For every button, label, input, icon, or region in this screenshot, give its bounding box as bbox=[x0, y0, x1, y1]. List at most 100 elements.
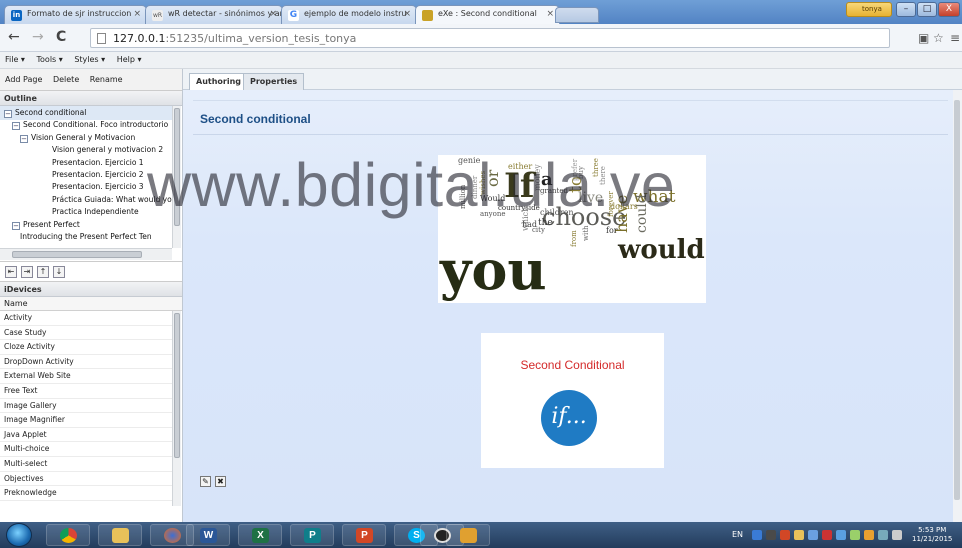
idevice-item[interactable]: Case Study bbox=[0, 326, 172, 341]
new-tab-button[interactable] bbox=[555, 7, 599, 23]
minimize-button[interactable]: – bbox=[896, 2, 916, 17]
rename-page-button[interactable]: Rename bbox=[90, 75, 123, 84]
back-arrow-icon[interactable]: ← bbox=[8, 29, 20, 45]
outline-scroll-thumb[interactable] bbox=[174, 108, 180, 226]
tab-properties[interactable]: Properties bbox=[243, 73, 305, 90]
if-logo: if... bbox=[541, 390, 597, 446]
main-scrollbar[interactable] bbox=[953, 90, 962, 522]
bookmark-star-icon[interactable]: ☆ bbox=[933, 31, 944, 45]
browser-tab-google[interactable]: G ejemplo de modelo instru × bbox=[281, 5, 417, 24]
word-cloud-word: million bbox=[459, 184, 467, 209]
explorer-taskbar-button[interactable] bbox=[98, 524, 142, 546]
collapse-toggle-icon[interactable]: − bbox=[12, 221, 20, 230]
move-down-arrow-icon[interactable]: ↓ bbox=[53, 266, 65, 278]
idevice-item[interactable]: External Web Site bbox=[0, 369, 172, 384]
demote-arrow-icon[interactable]: ⇥ bbox=[21, 266, 33, 278]
start-button[interactable] bbox=[6, 523, 32, 547]
tray-icon[interactable] bbox=[752, 530, 762, 540]
outline-item-label: Presentacion. Ejercicio 2 bbox=[52, 170, 144, 179]
tab-label: wR detectar - sinónimos y an bbox=[168, 9, 283, 18]
tray-icon[interactable] bbox=[808, 530, 818, 540]
powerpoint-taskbar-button[interactable]: P bbox=[342, 524, 386, 546]
idevice-item[interactable]: Multi-choice bbox=[0, 442, 172, 457]
word-cloud-word: forever bbox=[607, 191, 615, 217]
volume-icon[interactable] bbox=[892, 530, 902, 540]
idevice-item[interactable]: DropDown Activity bbox=[0, 355, 172, 370]
idevices-scroll-thumb[interactable] bbox=[174, 313, 180, 458]
exe-taskbar-button[interactable] bbox=[446, 524, 490, 546]
close-icon[interactable]: × bbox=[546, 9, 554, 19]
tray-icon[interactable] bbox=[780, 530, 790, 540]
forward-arrow-icon[interactable]: → bbox=[32, 29, 44, 45]
menu-icon[interactable]: ≡ bbox=[950, 31, 960, 45]
menu-help[interactable]: Help ▾ bbox=[117, 55, 142, 64]
word-cloud-word: for bbox=[606, 226, 618, 235]
menu-tools[interactable]: Tools ▾ bbox=[37, 55, 63, 64]
idevices-scrollbar[interactable] bbox=[172, 311, 181, 506]
word-cloud-word: the bbox=[538, 218, 553, 228]
browser-tab-linkedin[interactable]: in Formato de sjr instruccion × bbox=[4, 5, 147, 24]
clock-date: 11/21/2015 bbox=[912, 535, 953, 543]
idevice-item[interactable]: Image Gallery bbox=[0, 399, 172, 414]
tray-icon[interactable] bbox=[822, 530, 832, 540]
chrome-taskbar-button[interactable] bbox=[46, 524, 90, 546]
user-badge[interactable]: tonya bbox=[846, 2, 892, 17]
collapse-toggle-icon[interactable]: − bbox=[4, 110, 12, 118]
collapse-toggle-icon[interactable]: − bbox=[20, 134, 28, 143]
excel-taskbar-button[interactable]: X bbox=[238, 524, 282, 546]
tray-icon[interactable] bbox=[864, 530, 874, 540]
language-indicator[interactable]: EN bbox=[732, 530, 743, 539]
close-icon[interactable]: × bbox=[403, 9, 411, 19]
main-scroll-thumb[interactable] bbox=[954, 100, 960, 500]
idevice-item[interactable]: Cloze Activity bbox=[0, 340, 172, 355]
authoring-area: Second conditional you would If choose a… bbox=[183, 90, 953, 522]
browser-tab-exe[interactable]: eXe : Second conditional × bbox=[415, 5, 560, 24]
maximize-button[interactable]: □ bbox=[917, 2, 937, 17]
idevice-item[interactable]: Activity bbox=[0, 311, 172, 326]
outline-item-label: Presentacion. Ejercicio 1 bbox=[52, 157, 144, 167]
word-cloud-word: live bbox=[578, 190, 604, 206]
idevice-item[interactable]: Objectives bbox=[0, 472, 172, 487]
promote-arrow-icon[interactable]: ⇤ bbox=[5, 266, 17, 278]
google-icon: G bbox=[288, 10, 299, 21]
menu-styles[interactable]: Styles ▾ bbox=[74, 55, 105, 64]
word-taskbar-button[interactable]: W bbox=[186, 524, 230, 546]
tray-icon[interactable] bbox=[766, 530, 776, 540]
outline-horizontal-scrollbar[interactable] bbox=[0, 248, 172, 260]
browser-tab-wordreference[interactable]: wR wR detectar - sinónimos y an × bbox=[145, 5, 283, 24]
outline-scrollbar[interactable] bbox=[172, 106, 181, 248]
outline-item-label: Presentacion. Ejercicio 3 bbox=[52, 182, 144, 192]
idevice-item[interactable]: Image Magnifier bbox=[0, 413, 172, 428]
word-cloud-word: could bbox=[634, 194, 650, 233]
address-bar[interactable]: 127.0.0.1:51235/ultima_version_tesis_ton… bbox=[90, 28, 890, 48]
system-clock[interactable]: 5:53 PM 11/21/2015 bbox=[912, 526, 952, 544]
menu-file[interactable]: File ▾ bbox=[5, 55, 25, 64]
add-page-button[interactable]: Add Page bbox=[5, 75, 42, 84]
delete-page-button[interactable]: Delete bbox=[53, 75, 79, 84]
edit-pencil-icon[interactable]: ✎ bbox=[200, 476, 211, 487]
tray-icon[interactable] bbox=[836, 530, 846, 540]
idevice-item[interactable]: Java Applet bbox=[0, 428, 172, 443]
outline-hscroll-thumb[interactable] bbox=[12, 251, 142, 258]
collapse-toggle-icon[interactable]: − bbox=[12, 122, 20, 131]
tray-icon[interactable] bbox=[794, 530, 804, 540]
idevice-item[interactable]: Free Text bbox=[0, 384, 172, 399]
tray-icon[interactable] bbox=[878, 530, 888, 540]
tab-label: eXe : Second conditional bbox=[438, 9, 537, 18]
word-cloud-word: Would bbox=[480, 194, 506, 203]
firefox-icon bbox=[164, 528, 181, 543]
close-window-button[interactable]: X bbox=[938, 2, 960, 17]
publisher-taskbar-button[interactable]: P bbox=[290, 524, 334, 546]
reload-icon[interactable]: C bbox=[56, 29, 66, 45]
delete-x-icon[interactable]: ✖ bbox=[215, 476, 226, 487]
tab-authoring[interactable]: Authoring bbox=[189, 73, 249, 90]
tray-icon[interactable] bbox=[850, 530, 860, 540]
navigation-bar: ← → C 127.0.0.1:51235/ultima_version_tes… bbox=[0, 24, 962, 52]
outline-item[interactable]: Introducing the Present Perfect Ten bbox=[0, 230, 172, 244]
extension-icon[interactable]: ▣ bbox=[918, 31, 929, 45]
move-up-arrow-icon[interactable]: ↑ bbox=[37, 266, 49, 278]
idevice-item[interactable]: Preknowledge bbox=[0, 486, 172, 501]
close-icon[interactable]: × bbox=[269, 9, 277, 19]
idevice-item[interactable]: Multi-select bbox=[0, 457, 172, 472]
close-icon[interactable]: × bbox=[133, 9, 141, 19]
